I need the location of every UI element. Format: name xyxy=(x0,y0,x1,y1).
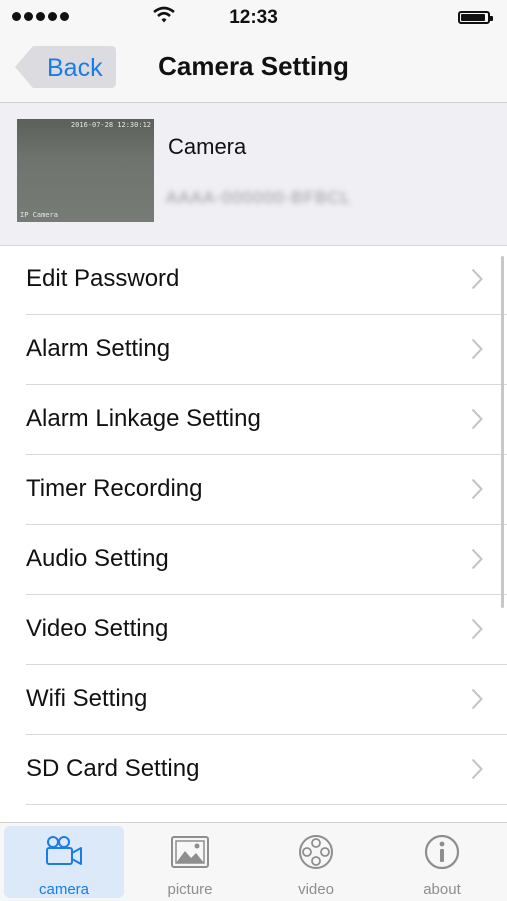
chevron-right-icon xyxy=(471,408,483,430)
film-reel-icon xyxy=(299,835,333,869)
menu-item-label: Audio Setting xyxy=(26,545,169,572)
chevron-right-icon xyxy=(471,548,483,570)
status-bar: 12:33 xyxy=(0,0,507,36)
tab-camera[interactable]: camera xyxy=(4,826,124,898)
chevron-right-icon xyxy=(471,618,483,640)
menu-item-label: Timer Recording xyxy=(26,475,203,502)
menu-item-edit-password[interactable]: Edit Password xyxy=(26,245,507,315)
menu-item-timer-recording[interactable]: Timer Recording xyxy=(26,455,507,525)
picture-icon xyxy=(171,836,209,868)
camera-summary[interactable]: 2016-07-28 12:30:12 IP Camera Camera AAA… xyxy=(0,103,507,246)
menu-item-wifi-setting[interactable]: Wifi Setting xyxy=(26,665,507,735)
menu-item-alarm-setting[interactable]: Alarm Setting xyxy=(26,315,507,385)
chevron-right-icon xyxy=(471,268,483,290)
status-time: 12:33 xyxy=(229,7,278,28)
page-title: Camera Setting xyxy=(158,51,349,81)
menu-item-label: Alarm Setting xyxy=(26,335,171,362)
menu-item-label: Video Setting xyxy=(26,615,169,642)
thumbnail-timestamp: 2016-07-28 12:30:12 xyxy=(70,121,151,129)
menu-item-alarm-linkage-setting[interactable]: Alarm Linkage Setting xyxy=(26,385,507,455)
scrollbar[interactable] xyxy=(501,256,504,608)
chevron-right-icon xyxy=(471,758,483,780)
menu-item-label: Edit Password xyxy=(26,265,180,292)
camera-name: Camera xyxy=(168,134,247,159)
tab-bar: camera picture video about xyxy=(0,822,507,901)
menu-item-sd-card-setting[interactable]: SD Card Setting xyxy=(26,735,507,805)
tab-about[interactable]: about xyxy=(382,826,502,898)
tab-label: about xyxy=(423,881,461,898)
menu-item-audio-setting[interactable]: Audio Setting xyxy=(26,525,507,595)
camera-id: AAAA-000000-BFBCL xyxy=(166,188,352,207)
navigation-bar: Back Camera Setting xyxy=(0,36,507,103)
info-icon xyxy=(424,834,460,870)
tab-label: camera xyxy=(38,881,90,898)
menu-item-label: SD Card Setting xyxy=(26,755,200,782)
battery-icon xyxy=(458,11,493,24)
settings-menu: Edit Password Alarm Setting Alarm Linkag… xyxy=(0,245,507,805)
tab-label: video xyxy=(298,881,334,898)
chevron-right-icon xyxy=(471,478,483,500)
menu-item-video-setting[interactable]: Video Setting xyxy=(26,595,507,665)
camera-thumbnail: 2016-07-28 12:30:12 IP Camera xyxy=(17,119,154,222)
menu-item-label: Wifi Setting xyxy=(26,685,148,712)
tab-label: picture xyxy=(167,881,213,898)
chevron-right-icon xyxy=(471,338,483,360)
video-camera-icon xyxy=(46,836,82,865)
tab-picture[interactable]: picture xyxy=(130,826,250,898)
thumbnail-caption: IP Camera xyxy=(20,211,58,219)
chevron-right-icon xyxy=(471,688,483,710)
tab-video[interactable]: video xyxy=(256,826,376,898)
menu-item-label: Alarm Linkage Setting xyxy=(26,405,261,432)
